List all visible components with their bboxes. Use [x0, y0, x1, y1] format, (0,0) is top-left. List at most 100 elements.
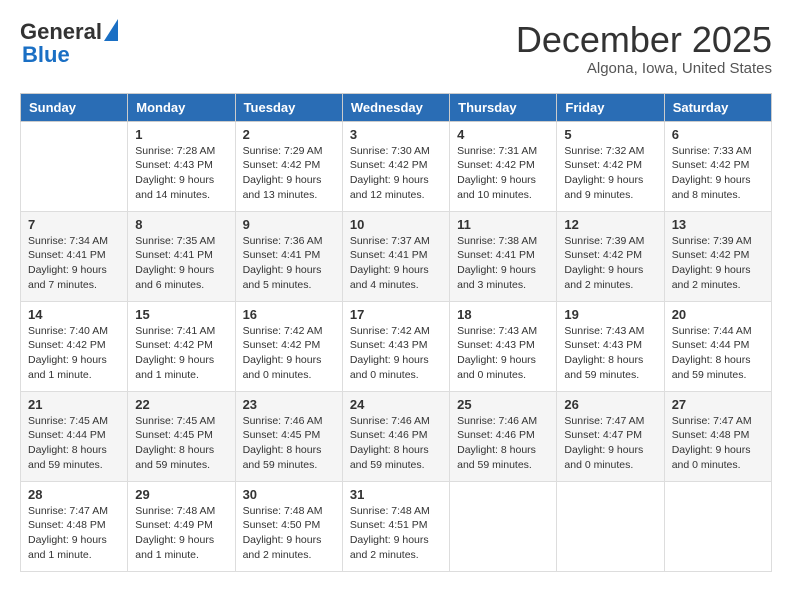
day-number: 31 [350, 487, 442, 502]
day-info: Sunrise: 7:39 AMSunset: 4:42 PMDaylight:… [672, 234, 764, 293]
day-info: Sunrise: 7:37 AMSunset: 4:41 PMDaylight:… [350, 234, 442, 293]
weekday-header-row: SundayMondayTuesdayWednesdayThursdayFrid… [21, 93, 772, 121]
day-number: 17 [350, 307, 442, 322]
calendar-cell: 14 Sunrise: 7:40 AMSunset: 4:42 PMDayligh… [21, 301, 128, 391]
day-number: 15 [135, 307, 227, 322]
calendar-cell: 17 Sunrise: 7:42 AMSunset: 4:43 PMDayligh… [342, 301, 449, 391]
day-number: 23 [243, 397, 335, 412]
day-number: 30 [243, 487, 335, 502]
weekday-header-monday: Monday [128, 93, 235, 121]
calendar-cell [450, 481, 557, 571]
day-number: 25 [457, 397, 549, 412]
day-info: Sunrise: 7:46 AMSunset: 4:45 PMDaylight:… [243, 414, 335, 473]
day-info: Sunrise: 7:30 AMSunset: 4:42 PMDaylight:… [350, 144, 442, 203]
logo-text: General [20, 20, 102, 44]
day-info: Sunrise: 7:45 AMSunset: 4:44 PMDaylight:… [28, 414, 120, 473]
day-number: 7 [28, 217, 120, 232]
calendar-cell: 27 Sunrise: 7:47 AMSunset: 4:48 PMDayligh… [664, 391, 771, 481]
day-number: 27 [672, 397, 764, 412]
logo-triangle-icon [104, 19, 118, 41]
day-number: 1 [135, 127, 227, 142]
day-info: Sunrise: 7:33 AMSunset: 4:42 PMDaylight:… [672, 144, 764, 203]
day-number: 12 [564, 217, 656, 232]
day-info: Sunrise: 7:29 AMSunset: 4:42 PMDaylight:… [243, 144, 335, 203]
day-number: 8 [135, 217, 227, 232]
calendar-cell: 18 Sunrise: 7:43 AMSunset: 4:43 PMDayligh… [450, 301, 557, 391]
day-info: Sunrise: 7:43 AMSunset: 4:43 PMDaylight:… [457, 324, 549, 383]
day-number: 22 [135, 397, 227, 412]
day-info: Sunrise: 7:46 AMSunset: 4:46 PMDaylight:… [457, 414, 549, 473]
day-number: 9 [243, 217, 335, 232]
day-number: 18 [457, 307, 549, 322]
calendar-cell: 2 Sunrise: 7:29 AMSunset: 4:42 PMDaylight… [235, 121, 342, 211]
day-number: 19 [564, 307, 656, 322]
calendar-cell: 7 Sunrise: 7:34 AMSunset: 4:41 PMDaylight… [21, 211, 128, 301]
calendar-cell: 12 Sunrise: 7:39 AMSunset: 4:42 PMDayligh… [557, 211, 664, 301]
calendar-week-row: 14 Sunrise: 7:40 AMSunset: 4:42 PMDayligh… [21, 301, 772, 391]
calendar-cell: 10 Sunrise: 7:37 AMSunset: 4:41 PMDayligh… [342, 211, 449, 301]
calendar-cell: 11Sunrise: 7:38 AMSunset: 4:41 PMDayligh… [450, 211, 557, 301]
calendar-cell [664, 481, 771, 571]
day-info: Sunrise: 7:41 AMSunset: 4:42 PMDaylight:… [135, 324, 227, 383]
day-info: Sunrise: 7:47 AMSunset: 4:48 PMDaylight:… [28, 504, 120, 563]
calendar-cell [21, 121, 128, 211]
weekday-header-thursday: Thursday [450, 93, 557, 121]
day-info: Sunrise: 7:44 AMSunset: 4:44 PMDaylight:… [672, 324, 764, 383]
day-info: Sunrise: 7:40 AMSunset: 4:42 PMDaylight:… [28, 324, 120, 383]
day-number: 10 [350, 217, 442, 232]
day-info: Sunrise: 7:36 AMSunset: 4:41 PMDaylight:… [243, 234, 335, 293]
day-number: 28 [28, 487, 120, 502]
weekday-header-saturday: Saturday [664, 93, 771, 121]
day-info: Sunrise: 7:47 AMSunset: 4:47 PMDaylight:… [564, 414, 656, 473]
calendar-cell: 24Sunrise: 7:46 AMSunset: 4:46 PMDayligh… [342, 391, 449, 481]
page-header: General Blue December 2025 Algona, Iowa,… [20, 20, 772, 77]
weekday-header-friday: Friday [557, 93, 664, 121]
month-title: December 2025 [516, 20, 772, 60]
calendar-cell [557, 481, 664, 571]
day-number: 14 [28, 307, 120, 322]
calendar-cell: 5 Sunrise: 7:32 AMSunset: 4:42 PMDaylight… [557, 121, 664, 211]
calendar-cell: 19 Sunrise: 7:43 AMSunset: 4:43 PMDayligh… [557, 301, 664, 391]
day-number: 3 [350, 127, 442, 142]
calendar-cell: 1Sunrise: 7:28 AMSunset: 4:43 PMDaylight… [128, 121, 235, 211]
day-info: Sunrise: 7:34 AMSunset: 4:41 PMDaylight:… [28, 234, 120, 293]
calendar-cell: 8Sunrise: 7:35 AMSunset: 4:41 PMDaylight… [128, 211, 235, 301]
day-info: Sunrise: 7:32 AMSunset: 4:42 PMDaylight:… [564, 144, 656, 203]
weekday-header-wednesday: Wednesday [342, 93, 449, 121]
day-info: Sunrise: 7:48 AMSunset: 4:49 PMDaylight:… [135, 504, 227, 563]
day-info: Sunrise: 7:47 AMSunset: 4:48 PMDaylight:… [672, 414, 764, 473]
calendar-cell: 13 Sunrise: 7:39 AMSunset: 4:42 PMDayligh… [664, 211, 771, 301]
day-number: 21 [28, 397, 120, 412]
calendar-cell: 22 Sunrise: 7:45 AMSunset: 4:45 PMDayligh… [128, 391, 235, 481]
day-info: Sunrise: 7:43 AMSunset: 4:43 PMDaylight:… [564, 324, 656, 383]
day-info: Sunrise: 7:48 AMSunset: 4:51 PMDaylight:… [350, 504, 442, 563]
calendar-cell: 9 Sunrise: 7:36 AMSunset: 4:41 PMDaylight… [235, 211, 342, 301]
calendar-week-row: 7 Sunrise: 7:34 AMSunset: 4:41 PMDaylight… [21, 211, 772, 301]
calendar-cell: 3 Sunrise: 7:30 AMSunset: 4:42 PMDaylight… [342, 121, 449, 211]
calendar-table: SundayMondayTuesdayWednesdayThursdayFrid… [20, 93, 772, 572]
title-block: December 2025 Algona, Iowa, United State… [516, 20, 772, 77]
day-info: Sunrise: 7:39 AMSunset: 4:42 PMDaylight:… [564, 234, 656, 293]
calendar-week-row: 28 Sunrise: 7:47 AMSunset: 4:48 PMDayligh… [21, 481, 772, 571]
day-info: Sunrise: 7:48 AMSunset: 4:50 PMDaylight:… [243, 504, 335, 563]
calendar-cell: 6Sunrise: 7:33 AMSunset: 4:42 PMDaylight… [664, 121, 771, 211]
day-info: Sunrise: 7:31 AMSunset: 4:42 PMDaylight:… [457, 144, 549, 203]
day-info: Sunrise: 7:42 AMSunset: 4:42 PMDaylight:… [243, 324, 335, 383]
calendar-week-row: 1Sunrise: 7:28 AMSunset: 4:43 PMDaylight… [21, 121, 772, 211]
calendar-cell: 28 Sunrise: 7:47 AMSunset: 4:48 PMDayligh… [21, 481, 128, 571]
day-number: 5 [564, 127, 656, 142]
logo-blue-text: Blue [22, 42, 70, 68]
day-number: 16 [243, 307, 335, 322]
day-number: 13 [672, 217, 764, 232]
day-number: 26 [564, 397, 656, 412]
day-info: Sunrise: 7:42 AMSunset: 4:43 PMDaylight:… [350, 324, 442, 383]
day-info: Sunrise: 7:45 AMSunset: 4:45 PMDaylight:… [135, 414, 227, 473]
weekday-header-tuesday: Tuesday [235, 93, 342, 121]
calendar-cell: 25 Sunrise: 7:46 AMSunset: 4:46 PMDayligh… [450, 391, 557, 481]
weekday-header-sunday: Sunday [21, 93, 128, 121]
calendar-cell: 31 Sunrise: 7:48 AMSunset: 4:51 PMDayligh… [342, 481, 449, 571]
day-number: 24 [350, 397, 442, 412]
calendar-cell: 20Sunrise: 7:44 AMSunset: 4:44 PMDayligh… [664, 301, 771, 391]
calendar-cell: 15 Sunrise: 7:41 AMSunset: 4:42 PMDayligh… [128, 301, 235, 391]
day-number: 2 [243, 127, 335, 142]
